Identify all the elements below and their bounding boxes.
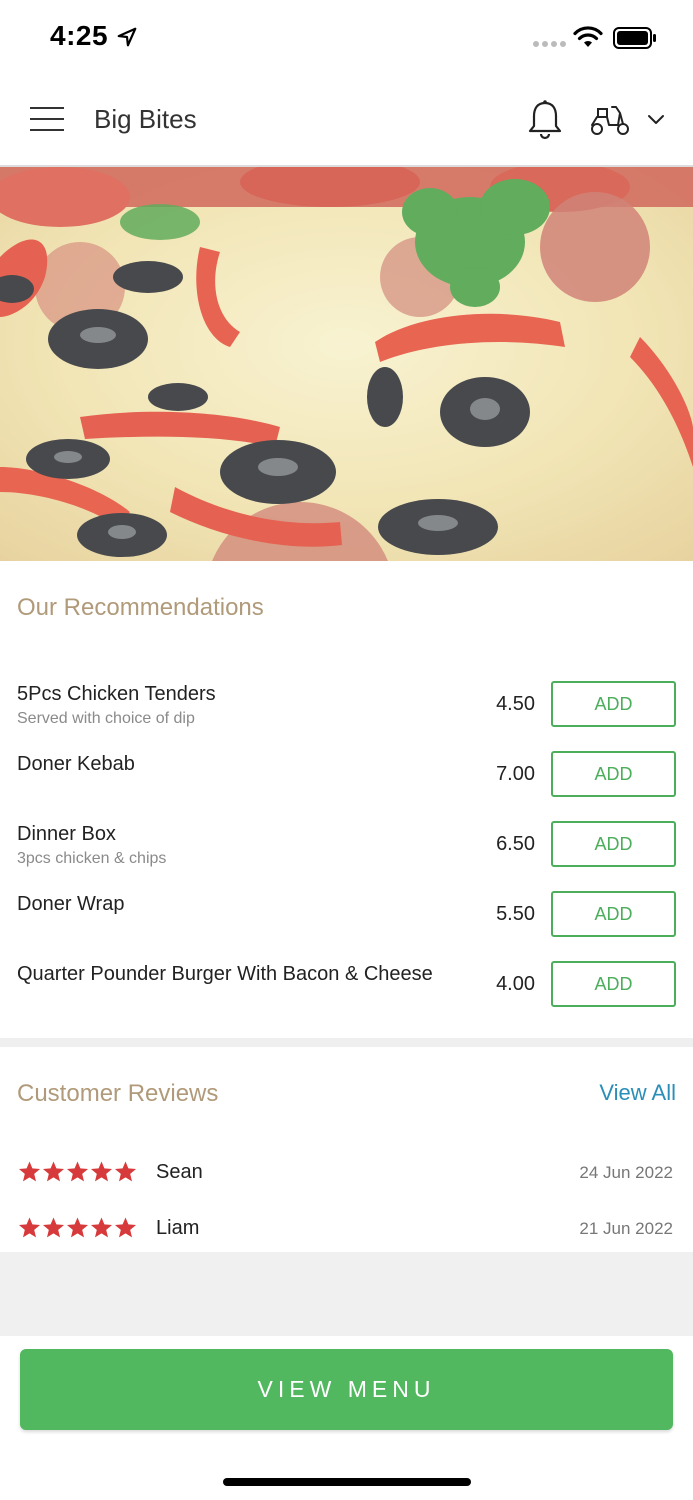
item-name: 5Pcs Chicken Tenders [17, 683, 216, 705]
home-indicator[interactable] [223, 1478, 471, 1486]
star-icon [66, 1161, 89, 1182]
bell-icon[interactable] [527, 99, 563, 141]
restaurant-name: Big Bites [94, 104, 197, 134]
menu-item: Doner Wrap 5.50 ADD [0, 891, 693, 963]
signal-icon [533, 41, 566, 47]
add-button[interactable]: ADD [551, 681, 676, 727]
battery-icon [613, 27, 656, 49]
menu-item: Quarter Pounder Burger With Bacon & Chee… [0, 961, 693, 1033]
reviews-section: Customer Reviews View All Sean 24 Jun 20… [0, 1047, 693, 1252]
item-name: Dinner Box [17, 823, 116, 845]
reviewer-name: Sean [156, 1161, 203, 1183]
status-time: 4:25 [50, 20, 109, 51]
footer-spacer [0, 1252, 693, 1336]
review-date: 24 Jun 2022 [579, 1163, 673, 1182]
section-divider [0, 1038, 693, 1047]
add-button[interactable]: ADD [551, 961, 676, 1007]
app-header: Big Bites [0, 72, 693, 167]
item-name: Doner Kebab [17, 753, 135, 775]
item-price: 4.50 [496, 693, 535, 715]
star-rating [18, 1160, 137, 1183]
star-icon [18, 1161, 41, 1182]
star-icon [90, 1161, 113, 1182]
item-description: Served with choice of dip [17, 710, 195, 727]
location-arrow-icon [117, 27, 137, 47]
review-row: Sean 24 Jun 2022 [0, 1160, 693, 1190]
chevron-down-icon[interactable] [647, 114, 665, 126]
review-row: Liam 21 Jun 2022 [0, 1216, 693, 1246]
star-icon [90, 1217, 113, 1238]
view-all-link[interactable]: View All [599, 1080, 676, 1106]
hamburger-menu-icon[interactable] [30, 107, 64, 131]
item-price: 5.50 [496, 903, 535, 925]
star-icon [114, 1217, 137, 1238]
view-menu-button[interactable]: VIEW MENU [20, 1349, 673, 1430]
star-icon [18, 1217, 41, 1238]
star-rating [18, 1216, 137, 1239]
reviewer-name: Liam [156, 1217, 200, 1239]
recommendations-section: Our Recommendations 5Pcs Chicken Tenders… [0, 561, 693, 1038]
wifi-icon [573, 26, 603, 47]
review-date: 21 Jun 2022 [579, 1219, 673, 1238]
add-button[interactable]: ADD [551, 891, 676, 937]
add-button[interactable]: ADD [551, 821, 676, 867]
add-button[interactable]: ADD [551, 751, 676, 797]
star-icon [66, 1217, 89, 1238]
status-bar: 4:25 [0, 0, 693, 72]
scooter-icon[interactable] [589, 103, 631, 137]
item-description: 3pcs chicken & chips [17, 850, 167, 867]
star-icon [42, 1217, 65, 1238]
hero-pizza-image [0, 167, 693, 561]
star-icon [114, 1161, 137, 1182]
menu-item: 5Pcs Chicken Tenders Served with choice … [0, 681, 693, 753]
recommendations-title: Our Recommendations [17, 594, 264, 621]
item-price: 4.00 [496, 973, 535, 995]
item-price: 7.00 [496, 763, 535, 785]
reviews-title: Customer Reviews [17, 1080, 219, 1107]
item-name: Doner Wrap [17, 893, 125, 915]
item-price: 6.50 [496, 833, 535, 855]
menu-item: Dinner Box 3pcs chicken & chips 6.50 ADD [0, 821, 693, 893]
item-name: Quarter Pounder Burger With Bacon & Chee… [17, 963, 433, 985]
menu-item: Doner Kebab 7.00 ADD [0, 751, 693, 823]
star-icon [42, 1161, 65, 1182]
